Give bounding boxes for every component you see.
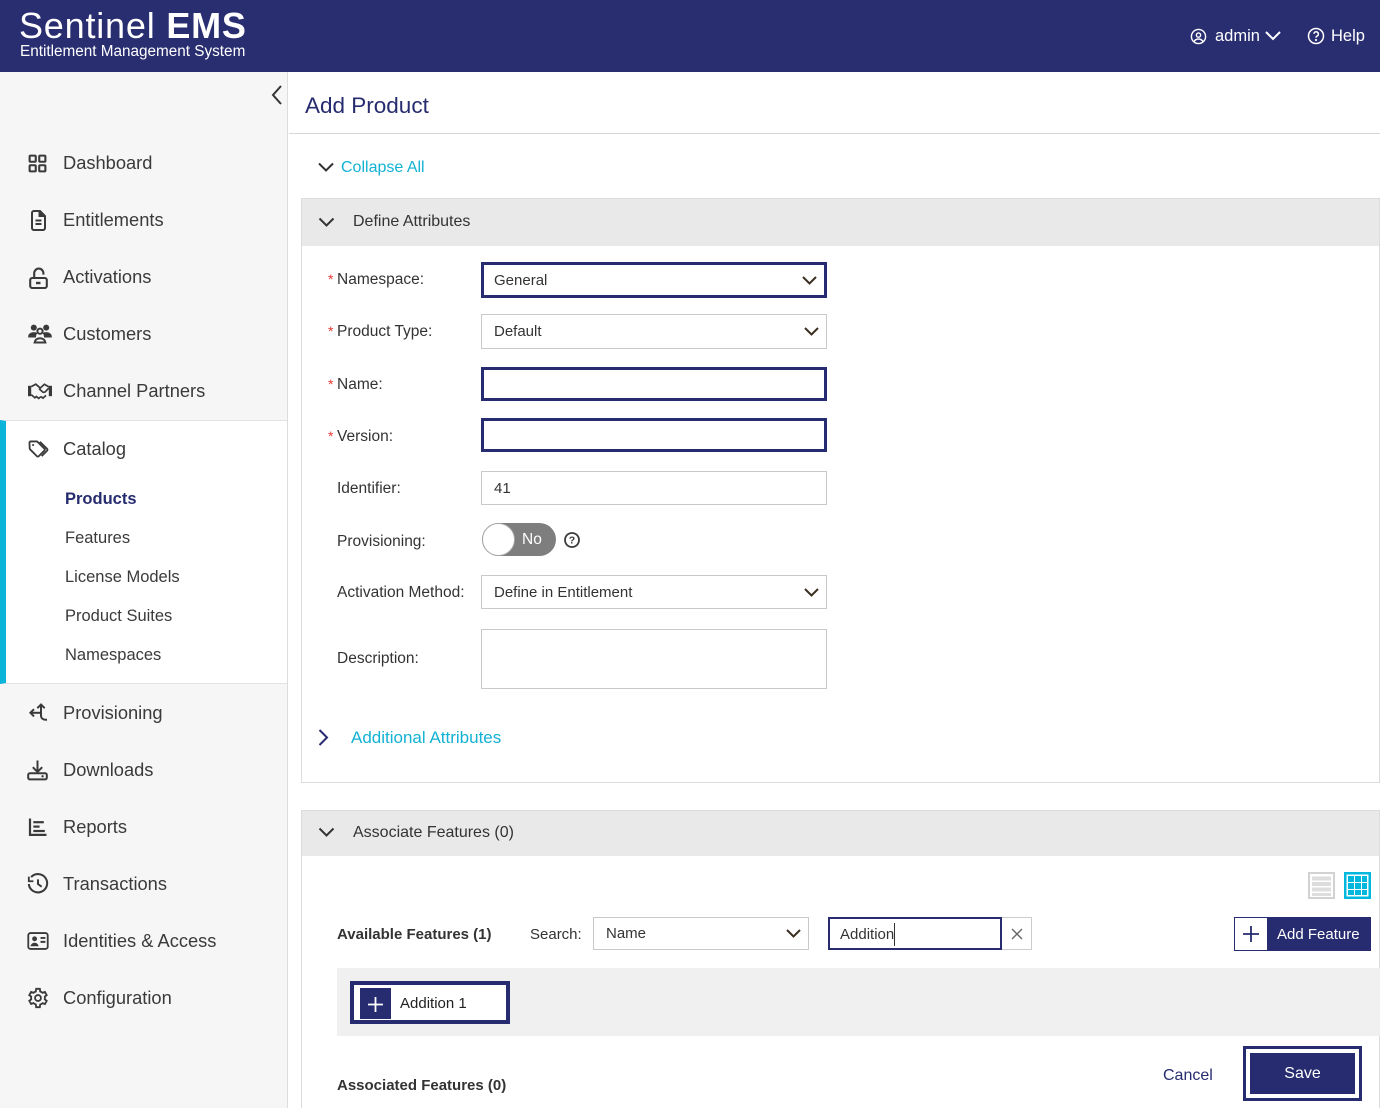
svg-text:?: ? xyxy=(569,535,575,547)
